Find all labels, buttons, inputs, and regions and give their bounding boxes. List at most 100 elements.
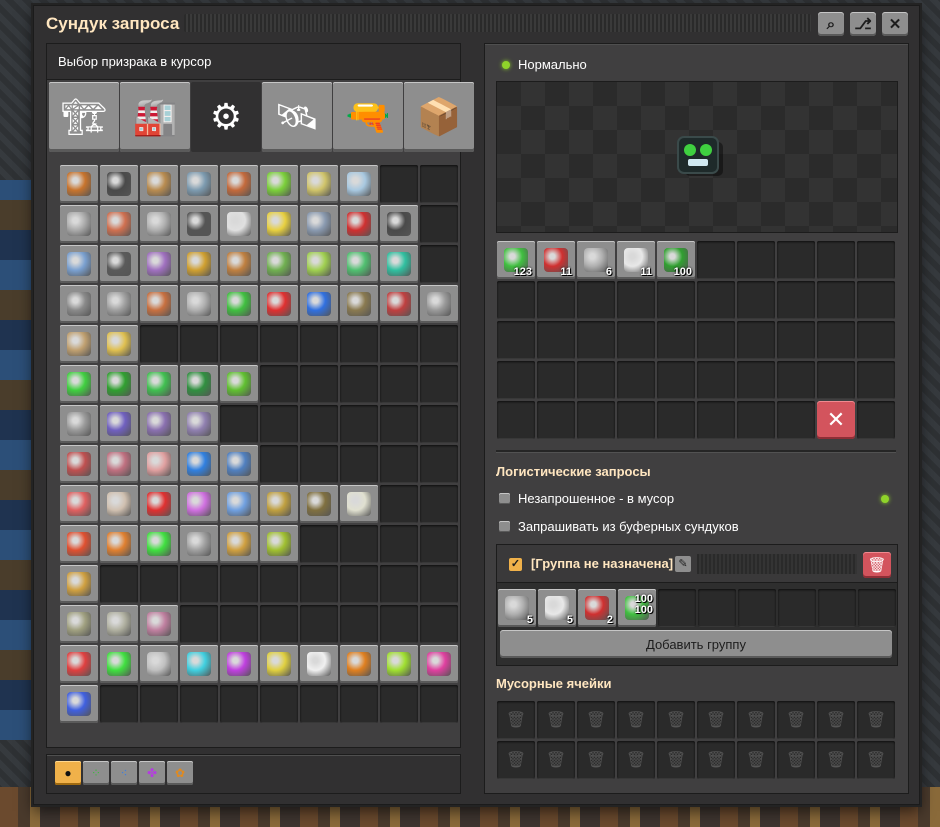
inventory-slot[interactable]: 11 bbox=[537, 241, 575, 279]
request-from-buffers-checkbox[interactable] bbox=[499, 521, 510, 532]
item-slot[interactable] bbox=[300, 645, 338, 683]
empty-inventory-slot[interactable] bbox=[577, 321, 615, 359]
inventory-slot[interactable]: 11 bbox=[617, 241, 655, 279]
item-slot[interactable] bbox=[140, 605, 178, 643]
tab-unsorted[interactable]: 📦 bbox=[404, 82, 474, 152]
item-slot[interactable] bbox=[380, 285, 418, 323]
empty-inventory-slot[interactable] bbox=[777, 321, 815, 359]
item-slot[interactable] bbox=[100, 205, 138, 243]
add-group-button[interactable]: Добавить группу bbox=[500, 630, 892, 658]
empty-inventory-slot[interactable] bbox=[857, 281, 895, 319]
item-slot[interactable] bbox=[140, 485, 178, 523]
empty-inventory-slot[interactable] bbox=[537, 281, 575, 319]
trash-slot[interactable]: 🗑 bbox=[577, 701, 615, 739]
item-slot[interactable] bbox=[100, 445, 138, 483]
item-slot[interactable] bbox=[60, 325, 98, 363]
item-slot[interactable] bbox=[180, 205, 218, 243]
clear-inventory-button[interactable]: ✕ bbox=[817, 401, 855, 439]
item-slot[interactable] bbox=[260, 165, 298, 203]
empty-inventory-slot[interactable] bbox=[737, 321, 775, 359]
empty-inventory-slot[interactable] bbox=[737, 361, 775, 399]
network-button[interactable]: ⎇ bbox=[850, 12, 876, 36]
empty-inventory-slot[interactable] bbox=[537, 361, 575, 399]
request-slot[interactable]: 5 bbox=[498, 589, 536, 627]
trash-slot[interactable]: 🗑 bbox=[817, 741, 855, 779]
tab-combat[interactable]: 🔫 bbox=[333, 82, 403, 152]
trash-slot[interactable]: 🗑 bbox=[577, 741, 615, 779]
tab-intermediate-products[interactable]: ⚙ bbox=[191, 82, 261, 152]
empty-request-slot[interactable] bbox=[738, 589, 776, 627]
trash-slot[interactable]: 🗑 bbox=[697, 701, 735, 739]
empty-request-slot[interactable] bbox=[658, 589, 696, 627]
empty-inventory-slot[interactable] bbox=[857, 361, 895, 399]
item-slot[interactable] bbox=[60, 565, 98, 603]
empty-inventory-slot[interactable] bbox=[737, 281, 775, 319]
empty-inventory-slot[interactable] bbox=[777, 361, 815, 399]
empty-inventory-slot[interactable] bbox=[697, 321, 735, 359]
empty-inventory-slot[interactable] bbox=[617, 361, 655, 399]
item-slot[interactable] bbox=[100, 485, 138, 523]
item-slot[interactable] bbox=[300, 285, 338, 323]
item-slot[interactable] bbox=[60, 605, 98, 643]
empty-inventory-slot[interactable] bbox=[697, 281, 735, 319]
empty-request-slot[interactable] bbox=[858, 589, 896, 627]
request-slot[interactable]: 2 bbox=[578, 589, 616, 627]
item-slot[interactable] bbox=[140, 165, 178, 203]
item-slot[interactable] bbox=[180, 245, 218, 283]
empty-inventory-slot[interactable] bbox=[737, 241, 775, 279]
empty-inventory-slot[interactable] bbox=[617, 281, 655, 319]
item-slot[interactable] bbox=[220, 525, 258, 563]
item-slot[interactable] bbox=[340, 165, 378, 203]
empty-inventory-slot[interactable] bbox=[577, 281, 615, 319]
item-slot[interactable] bbox=[340, 645, 378, 683]
empty-inventory-slot[interactable] bbox=[537, 321, 575, 359]
group-enabled-checkbox[interactable]: ✓ bbox=[509, 558, 522, 571]
item-slot[interactable] bbox=[60, 245, 98, 283]
item-slot[interactable] bbox=[180, 405, 218, 443]
item-slot[interactable] bbox=[220, 285, 258, 323]
item-slot[interactable] bbox=[140, 445, 178, 483]
trash-slot[interactable]: 🗑 bbox=[657, 741, 695, 779]
trash-slot[interactable]: 🗑 bbox=[537, 741, 575, 779]
trash-slot[interactable]: 🗑 bbox=[777, 741, 815, 779]
item-slot[interactable] bbox=[180, 165, 218, 203]
empty-inventory-slot[interactable] bbox=[817, 241, 855, 279]
tab-production[interactable]: 🏭 bbox=[120, 82, 190, 152]
trash-slot[interactable]: 🗑 bbox=[777, 701, 815, 739]
item-slot[interactable] bbox=[140, 405, 178, 443]
item-slot[interactable] bbox=[340, 205, 378, 243]
item-slot[interactable] bbox=[100, 405, 138, 443]
trash-slot[interactable]: 🗑 bbox=[537, 701, 575, 739]
item-slot[interactable] bbox=[300, 485, 338, 523]
quality-tab[interactable]: ✤ bbox=[139, 761, 165, 785]
item-slot[interactable] bbox=[260, 205, 298, 243]
item-slot[interactable] bbox=[220, 165, 258, 203]
item-slot[interactable] bbox=[180, 485, 218, 523]
item-slot[interactable] bbox=[180, 285, 218, 323]
item-slot[interactable] bbox=[300, 245, 338, 283]
item-slot[interactable] bbox=[100, 605, 138, 643]
empty-request-slot[interactable] bbox=[698, 589, 736, 627]
item-slot[interactable] bbox=[60, 525, 98, 563]
tab-logistics[interactable]: 🏗 bbox=[49, 82, 119, 152]
tab-space[interactable]: 🛰 bbox=[262, 82, 332, 152]
item-slot[interactable] bbox=[420, 285, 458, 323]
item-slot[interactable] bbox=[220, 645, 258, 683]
item-slot[interactable] bbox=[220, 445, 258, 483]
empty-inventory-slot[interactable] bbox=[817, 321, 855, 359]
empty-inventory-slot[interactable] bbox=[777, 281, 815, 319]
search-button[interactable]: ⌕ bbox=[818, 12, 844, 36]
item-slot[interactable] bbox=[100, 325, 138, 363]
item-slot[interactable] bbox=[300, 165, 338, 203]
item-slot[interactable] bbox=[60, 285, 98, 323]
empty-inventory-slot[interactable] bbox=[697, 361, 735, 399]
item-slot[interactable] bbox=[340, 245, 378, 283]
trash-slot[interactable]: 🗑 bbox=[737, 741, 775, 779]
item-slot[interactable] bbox=[180, 525, 218, 563]
item-slot[interactable] bbox=[260, 525, 298, 563]
trash-slot[interactable]: 🗑 bbox=[737, 701, 775, 739]
empty-inventory-slot[interactable] bbox=[657, 361, 695, 399]
item-slot[interactable] bbox=[140, 525, 178, 563]
item-slot[interactable] bbox=[220, 205, 258, 243]
item-slot[interactable] bbox=[60, 485, 98, 523]
